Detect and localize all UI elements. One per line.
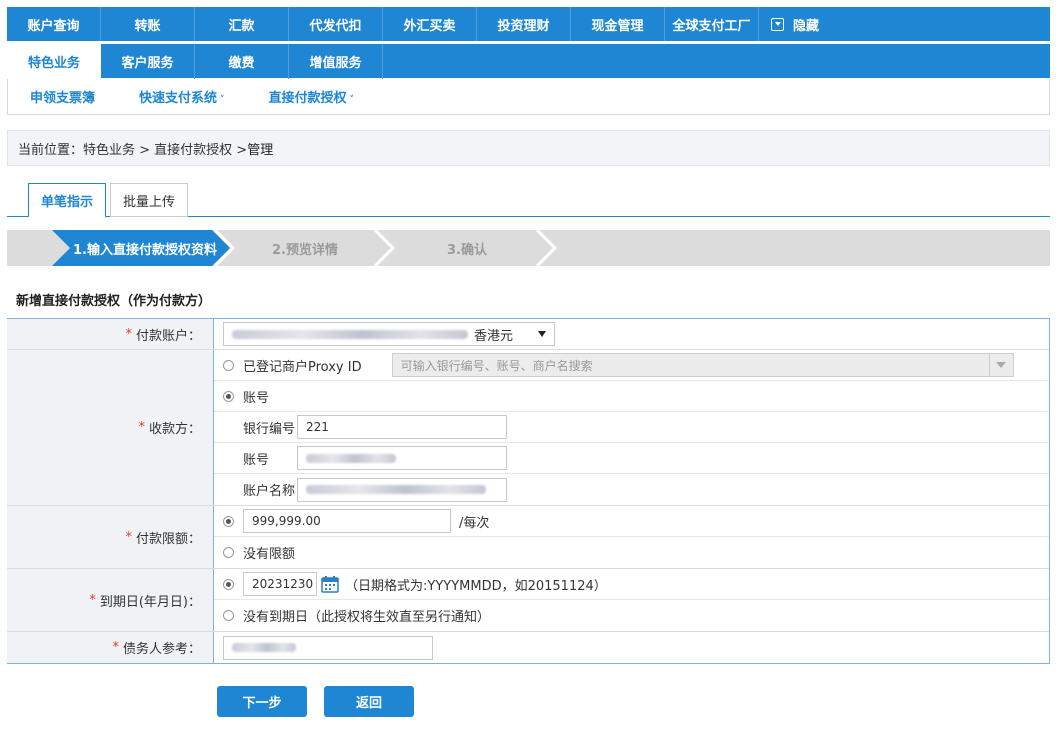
bank-code-line: 银行编号 221 [214, 412, 1049, 443]
chevron-down-icon: ˅ [220, 95, 225, 105]
dropdown-arrow-icon [538, 331, 546, 337]
nav-special-services[interactable]: 特色业务 [7, 44, 101, 79]
masked-account-number [306, 453, 396, 463]
payee-row: * 收款方： 已登记商户Proxy ID 可输入银行编号、账号、商户名搜索 账号… [7, 350, 1049, 506]
nav-remittance[interactable]: 汇款 [195, 7, 289, 41]
no-limit-label: 没有限额 [243, 547, 296, 562]
proxy-id-option: 已登记商户Proxy ID 可输入银行编号、账号、商户名搜索 [214, 350, 1049, 381]
nav-global-payment[interactable]: 全球支付工厂 [665, 7, 759, 41]
account-option: 账号 [214, 381, 1049, 412]
breadcrumb-path: 当前位置：特色业务 > 直接付款授权 > [18, 142, 248, 158]
account-radio[interactable] [223, 390, 234, 402]
expiry-date-input[interactable]: 20231230 [243, 572, 317, 596]
payer-account-label: * 付款账户： [7, 319, 213, 349]
next-button[interactable]: 下一步 [217, 686, 307, 717]
hide-nav-button[interactable]: 隐藏 [759, 7, 819, 41]
masked-account-name [306, 485, 486, 494]
expiry-format-hint: （日期格式为:YYYYMMDD，如20151124） [345, 578, 607, 594]
breadcrumb-current: 管理 [247, 142, 274, 158]
account-name-label: 账户名称 [243, 484, 296, 499]
proxy-search-input[interactable]: 可输入银行编号、账号、商户名搜索 [391, 353, 1014, 377]
step-divider [373, 230, 396, 266]
step-indicator: 1.输入直接付款授权资料 2.预览详情 3.确认 [7, 230, 1050, 266]
limit-unit: /每次 [459, 515, 490, 531]
limit-amount-input[interactable]: 999,999.00 [243, 509, 451, 533]
step-2-label: 2.预览详情 [272, 242, 338, 258]
expiry-row: * 到期日(年月日)： 20231230 （日期格式为:YYYYMMDD，如20… [7, 569, 1049, 632]
no-limit-radio[interactable] [223, 547, 234, 558]
nav-bill-payment[interactable]: 缴费 [195, 44, 289, 79]
account-option-label: 账号 [243, 390, 270, 406]
payer-account-row: * 付款账户： 香港元 [7, 319, 1049, 350]
hide-nav-label: 隐藏 [793, 18, 820, 34]
no-limit-option: 没有限额 [214, 537, 1049, 568]
expiry-label: * 到期日(年月日)： [7, 569, 213, 631]
debtor-reference-label: * 债务人参考： [7, 632, 213, 663]
account-number-input[interactable] [297, 446, 507, 470]
step-1-label: 1.输入直接付款授权资料 [73, 242, 217, 258]
masked-account-number [232, 329, 468, 339]
expiry-date-option: 20231230 （日期格式为:YYYYMMDD，如20151124） [214, 569, 1049, 600]
main-nav: 账户查询 转账 汇款 代发代扣 外汇买卖 投资理财 现金管理 全球支付工厂 隐藏 [7, 7, 1050, 41]
proxy-id-label: 已登记商户Proxy ID [243, 359, 362, 375]
authorization-form: * 付款账户： 香港元 * 收款方： 已登记商户Proxy ID 可输入银行编号… [7, 318, 1050, 664]
nav-payroll[interactable]: 代发代扣 [289, 7, 383, 41]
nav-investment[interactable]: 投资理财 [477, 7, 571, 41]
account-number-label: 账号 [243, 452, 270, 468]
tab-single-instruction[interactable]: 单笔指示 [28, 183, 106, 218]
dropdown-arrow-icon[interactable] [988, 354, 1013, 376]
subnav-cheque-book[interactable]: 申领支票簿 [30, 87, 95, 106]
masked-reference [232, 643, 296, 652]
limit-amount-radio[interactable] [223, 515, 234, 527]
proxy-id-radio[interactable] [223, 359, 234, 371]
bank-code-label: 银行编号 [243, 421, 296, 437]
payment-limit-row: * 付款限额： 999,999.00 /每次 没有限额 [7, 506, 1049, 569]
account-name-input[interactable] [297, 477, 507, 502]
subnav-direct-debit[interactable]: 直接付款授权 ˅ [269, 87, 355, 106]
tab-batch-upload[interactable]: 批量上传 [110, 183, 188, 217]
nav-customer-service[interactable]: 客户服务 [101, 44, 195, 79]
section-title: 新增直接付款授权（作为付款方） [16, 294, 212, 309]
sub-nav: 申领支票簿 快速支付系统 ˅ 直接付款授权 ˅ [7, 79, 1050, 115]
nav-cash-management[interactable]: 现金管理 [571, 7, 665, 41]
breadcrumb: 当前位置：特色业务 > 直接付款授权 > 管理 [7, 130, 1050, 166]
collapse-icon [771, 17, 784, 31]
debtor-reference-row: * 债务人参考： [7, 632, 1049, 663]
payment-limit-label: * 付款限额： [7, 506, 213, 568]
payer-account-select[interactable]: 香港元 [223, 322, 555, 346]
nav-value-added[interactable]: 增值服务 [289, 44, 383, 79]
subnav-fps[interactable]: 快速支付系统 ˅ [139, 87, 225, 106]
nav-account-inquiry[interactable]: 账户查询 [7, 7, 101, 41]
nav-fx[interactable]: 外汇买卖 [383, 7, 477, 41]
bank-code-input[interactable]: 221 [297, 415, 507, 439]
account-name-line: 账户名称 [214, 474, 1049, 505]
secondary-nav: 特色业务 客户服务 缴费 增值服务 [7, 44, 1050, 79]
payee-label: * 收款方： [7, 350, 213, 505]
limit-amount-option: 999,999.00 /每次 [214, 506, 1049, 537]
step-divider [535, 230, 558, 266]
step-3-label: 3.确认 [447, 242, 487, 258]
account-number-line: 账号 [214, 443, 1049, 474]
nav-transfer[interactable]: 转账 [101, 7, 195, 41]
expiry-date-radio[interactable] [223, 578, 234, 590]
debtor-reference-input[interactable] [223, 635, 433, 660]
back-button[interactable]: 返回 [324, 686, 414, 717]
no-expiry-option: 没有到期日（此授权将生效直至另行通知） [214, 600, 1049, 631]
chevron-down-icon: ˅ [349, 95, 355, 105]
calendar-icon[interactable] [321, 575, 339, 593]
no-expiry-label: 没有到期日（此授权将生效直至另行通知） [243, 610, 491, 625]
payer-currency: 香港元 [474, 328, 514, 344]
tab-bar: 单笔指示 批量上传 [7, 180, 1050, 218]
no-expiry-radio[interactable] [223, 610, 234, 621]
